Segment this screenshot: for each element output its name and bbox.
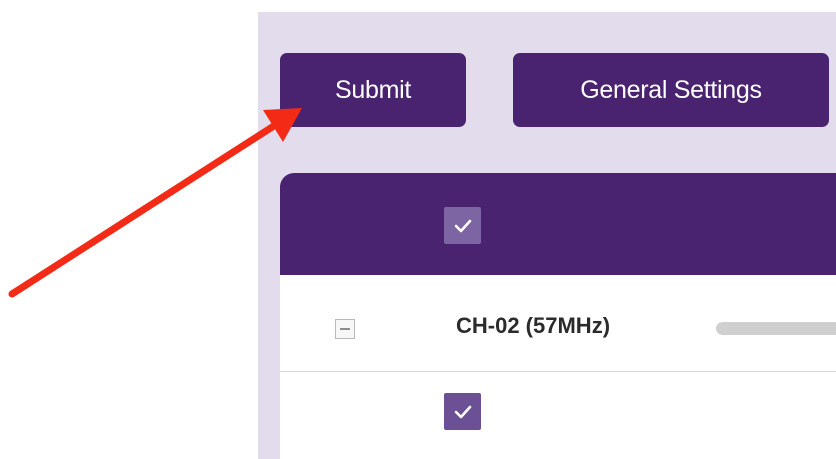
annotation-arrow-icon (8, 108, 302, 298)
screenshot-stage: Submit General Settings CH-02 (57MHz) (0, 0, 836, 459)
